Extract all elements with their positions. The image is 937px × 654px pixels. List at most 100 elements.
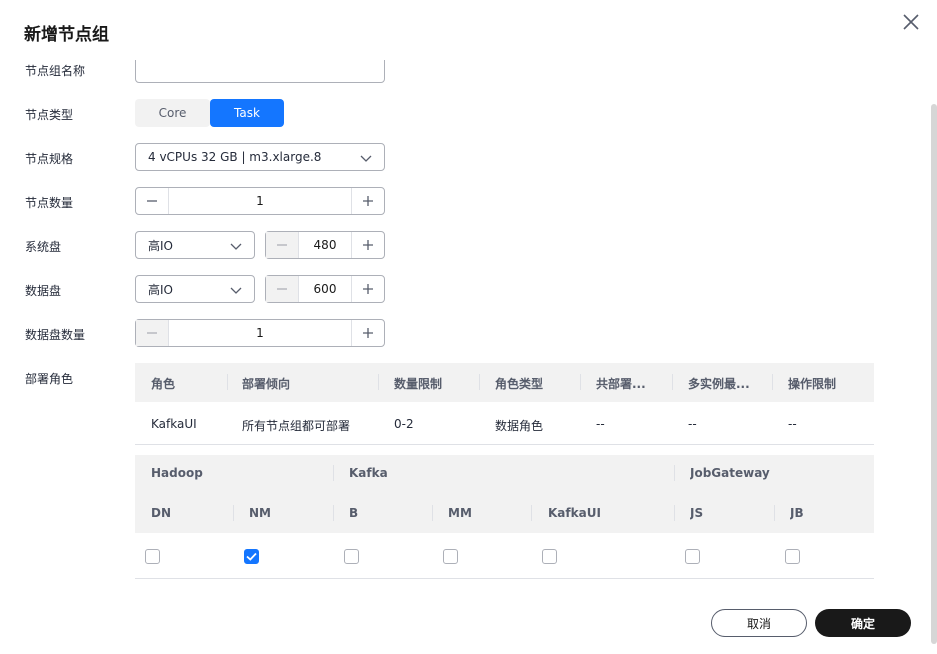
plus-icon — [363, 284, 373, 294]
plus-icon — [363, 196, 373, 206]
deploy-roles-label: 部署角色 — [25, 372, 74, 386]
role-js: JS — [690, 506, 704, 520]
role-dn: DN — [151, 506, 172, 520]
roles-cell: -- — [788, 417, 797, 431]
roles-header-multi-instance: 多实例最... — [688, 377, 750, 391]
cancel-button[interactable]: 取消 — [711, 609, 807, 637]
data-disk-increment-button[interactable] — [352, 276, 384, 302]
confirm-button[interactable]: 确定 — [815, 609, 911, 637]
checkbox-js[interactable] — [685, 549, 700, 564]
role-jb: JB — [790, 506, 804, 520]
sys-disk-size-value[interactable]: 480 — [298, 232, 352, 258]
data-disk-count-increment-button[interactable] — [352, 320, 384, 346]
roles-header-role: 角色 — [151, 377, 176, 391]
chevron-down-icon — [360, 155, 372, 162]
data-disk-count-value[interactable]: 1 — [168, 320, 352, 346]
checkbox-nm[interactable] — [244, 549, 259, 564]
data-disk-size-stepper: 600 — [265, 275, 385, 303]
count-decrement-button[interactable] — [136, 188, 168, 214]
check-icon — [246, 552, 257, 561]
data-disk-count-stepper: 1 — [135, 319, 385, 347]
spec-label: 节点规格 — [25, 152, 74, 166]
roles-header-codeploy: 共部署... — [596, 377, 646, 391]
minus-icon — [277, 288, 287, 290]
minus-icon — [147, 200, 157, 202]
group-hadoop: Hadoop — [151, 466, 203, 480]
row-divider — [135, 578, 874, 579]
roles-cell: KafkaUI — [151, 417, 197, 431]
roles-cell: 所有节点组都可部署 — [242, 419, 351, 433]
roles-header-tendency: 部署倾向 — [242, 377, 291, 391]
group-kafka: Kafka — [349, 466, 388, 480]
roles-cell: 数据角色 — [495, 419, 544, 433]
close-icon[interactable] — [901, 12, 921, 32]
role-b: B — [349, 506, 359, 520]
role-kafkaui: KafkaUI — [548, 506, 601, 520]
data-disk-type-select[interactable]: 高IO — [135, 275, 255, 303]
checkbox-mm[interactable] — [443, 549, 458, 564]
roles-cell: 0-2 — [394, 417, 414, 431]
checkbox-dn[interactable] — [145, 549, 160, 564]
role-nm: NM — [249, 506, 271, 520]
count-label: 节点数量 — [25, 196, 74, 210]
dialog-title: 新增节点组 — [24, 25, 109, 45]
checkbox-b[interactable] — [344, 549, 359, 564]
data-disk-label: 数据盘 — [25, 284, 62, 298]
header-divider — [479, 374, 480, 390]
header-divider — [674, 505, 675, 521]
sys-disk-label: 系统盘 — [25, 240, 62, 254]
chevron-down-icon — [230, 287, 242, 294]
header-divider — [672, 374, 673, 390]
count-stepper: 1 — [135, 187, 385, 215]
roles-cell: -- — [688, 417, 697, 431]
header-divider — [772, 374, 773, 390]
roles-table: 角色 部署倾向 数量限制 角色类型 共部署... 多实例最... 操作限制 Ka… — [135, 363, 874, 445]
header-divider — [774, 505, 775, 521]
data-disk-type-value: 高IO — [148, 282, 173, 297]
header-divider — [333, 505, 334, 521]
data-disk-count-decrement-button[interactable] — [136, 320, 168, 346]
header-divider — [531, 505, 532, 521]
sys-disk-increment-button[interactable] — [352, 232, 384, 258]
header-divider — [333, 465, 334, 481]
roles-header-limit: 数量限制 — [394, 377, 443, 391]
sys-disk-size-stepper: 480 — [265, 231, 385, 259]
group-name-label: 节点组名称 — [25, 64, 86, 78]
dialog-body: 节点组名称 节点类型 Core Task 节点规格 4 vCPUs 32 GB … — [0, 60, 928, 600]
count-increment-button[interactable] — [352, 188, 384, 214]
header-divider — [432, 505, 433, 521]
roles-cell: -- — [596, 417, 605, 431]
sys-disk-type-value: 高IO — [148, 238, 173, 253]
sys-disk-type-select[interactable]: 高IO — [135, 231, 255, 259]
header-divider — [674, 465, 675, 481]
roles-header-op-limit: 操作限制 — [788, 377, 837, 391]
row-divider — [135, 444, 874, 445]
spec-value: 4 vCPUs 32 GB | m3.xlarge.8 — [148, 150, 322, 164]
add-node-group-dialog: 新增节点组 节点组名称 节点类型 Core Task 节点规格 4 vCPUs … — [0, 0, 937, 654]
data-disk-decrement-button[interactable] — [266, 276, 298, 302]
scrollbar[interactable] — [931, 104, 937, 644]
spec-select[interactable]: 4 vCPUs 32 GB | m3.xlarge.8 — [135, 143, 385, 171]
node-type-core-option[interactable]: Core — [135, 99, 210, 127]
node-type-task-option[interactable]: Task — [210, 99, 284, 127]
node-type-selector: Core Task — [135, 99, 284, 127]
chevron-down-icon — [230, 243, 242, 250]
plus-icon — [363, 328, 373, 338]
checkbox-kafkaui[interactable] — [542, 549, 557, 564]
node-type-label: 节点类型 — [25, 108, 74, 122]
role-mm: MM — [448, 506, 472, 520]
header-divider — [378, 374, 379, 390]
header-divider — [580, 374, 581, 390]
header-divider — [227, 374, 228, 390]
checkbox-jb[interactable] — [785, 549, 800, 564]
group-name-input[interactable] — [135, 60, 385, 83]
plus-icon — [363, 240, 373, 250]
data-disk-count-label: 数据盘数量 — [25, 328, 86, 342]
count-value[interactable]: 1 — [168, 188, 352, 214]
components-table: Hadoop Kafka JobGateway DN NM B MM Kafka… — [135, 455, 874, 579]
sys-disk-decrement-button[interactable] — [266, 232, 298, 258]
group-jobgateway: JobGateway — [690, 466, 770, 480]
data-disk-size-value[interactable]: 600 — [298, 276, 352, 302]
header-divider — [233, 505, 234, 521]
roles-header-type: 角色类型 — [495, 377, 544, 391]
